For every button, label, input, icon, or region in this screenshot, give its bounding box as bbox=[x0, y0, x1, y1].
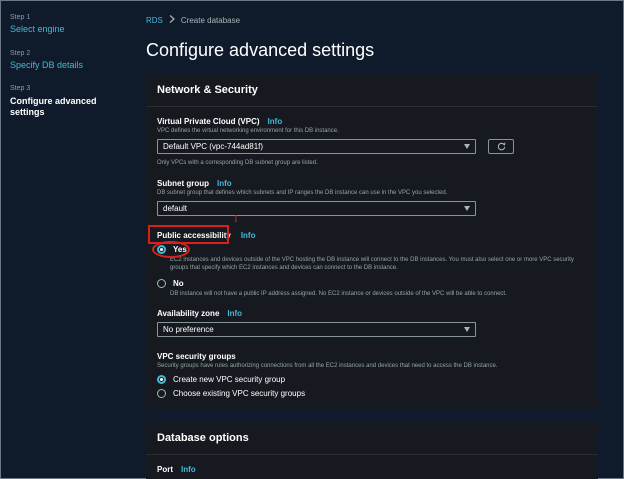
annotation-box-public-access bbox=[148, 225, 229, 244]
step-number: Step 1 bbox=[10, 14, 31, 21]
annotation-number: 1 bbox=[233, 213, 239, 225]
step-link-specify-db-details[interactable]: Specify DB details bbox=[10, 60, 120, 71]
database-options-panel: Database options Port Info bbox=[146, 422, 598, 479]
radio-unchecked-icon[interactable] bbox=[157, 389, 166, 398]
refresh-icon bbox=[497, 138, 506, 156]
sg-description: Security groups have rules authorizing c… bbox=[157, 363, 498, 369]
step-number: Step 3 bbox=[10, 85, 31, 93]
panel-title: Database options bbox=[157, 432, 249, 444]
caret-down-icon bbox=[464, 327, 470, 332]
vpc-label: Virtual Private Cloud (VPC) bbox=[157, 117, 260, 126]
vpc-note: Only VPCs with a corresponding DB subnet… bbox=[157, 160, 318, 166]
sg-field: VPC security groups Security groups have… bbox=[157, 352, 498, 370]
subnet-field: Subnet group Info DB subnet group that d… bbox=[157, 179, 447, 197]
caret-down-icon bbox=[464, 206, 470, 211]
panel-header: Database options bbox=[146, 422, 598, 455]
wizard-steps: Step 1 Select engine Step 2 Specify DB d… bbox=[10, 14, 120, 132]
port-info-link[interactable]: Info bbox=[181, 465, 196, 474]
az-label: Availability zone bbox=[157, 309, 220, 318]
vpc-select[interactable]: Default VPC (vpc-744ad81f) bbox=[157, 139, 476, 154]
vpc-description: VPC defines the virtual networking envir… bbox=[157, 128, 339, 134]
step-current-configure-advanced: Configure advanced settings bbox=[10, 95, 97, 117]
public-access-yes-description: EC2 instances and devices outside of the… bbox=[170, 257, 574, 272]
az-field: Availability zone Info bbox=[157, 309, 242, 318]
panel-title: Network & Security bbox=[157, 84, 258, 96]
sg-existing-option[interactable]: Choose existing VPC security groups bbox=[157, 389, 305, 398]
az-info-link[interactable]: Info bbox=[227, 309, 242, 318]
sg-existing-label: Choose existing VPC security groups bbox=[173, 389, 306, 398]
public-access-info-link[interactable]: Info bbox=[241, 231, 256, 240]
vpc-field: Virtual Private Cloud (VPC) Info VPC def… bbox=[157, 117, 339, 135]
step-1[interactable]: Step 1 Select engine bbox=[10, 14, 120, 36]
port-field: Port Info bbox=[157, 465, 196, 474]
sg-label: VPC security groups bbox=[157, 352, 236, 361]
step-2[interactable]: Step 2 Specify DB details bbox=[10, 50, 120, 72]
breadcrumb: RDS Create database bbox=[146, 15, 240, 25]
subnet-select-value: default bbox=[163, 204, 188, 213]
caret-down-icon bbox=[464, 144, 470, 149]
az-select[interactable]: No preference bbox=[157, 322, 476, 337]
annotation-circle-yes bbox=[152, 241, 190, 258]
step-number: Step 2 bbox=[10, 49, 31, 57]
step-3: Step 3 Configure advanced settings bbox=[10, 85, 120, 118]
step-link-select-engine[interactable]: Select engine bbox=[10, 24, 120, 35]
radio-checked-icon[interactable] bbox=[157, 375, 166, 384]
vpc-select-value: Default VPC (vpc-744ad81f) bbox=[163, 142, 264, 151]
public-access-no-label: No bbox=[173, 279, 184, 288]
port-label: Port bbox=[157, 465, 173, 474]
subnet-info-link[interactable]: Info bbox=[217, 179, 232, 188]
refresh-vpc-button[interactable] bbox=[488, 139, 514, 154]
radio-unchecked-icon[interactable] bbox=[157, 279, 166, 288]
vpc-info-link[interactable]: Info bbox=[268, 117, 283, 126]
subnet-select[interactable]: default bbox=[157, 201, 476, 216]
az-select-value: No preference bbox=[163, 325, 214, 334]
page-title: Configure advanced settings bbox=[146, 40, 375, 60]
breadcrumb-rds-link[interactable]: RDS bbox=[146, 16, 163, 25]
breadcrumb-current: Create database bbox=[180, 15, 241, 25]
subnet-label: Subnet group bbox=[157, 179, 209, 188]
sg-create-label: Create new VPC security group bbox=[173, 375, 286, 384]
public-access-no-description: DB instance will not have a public IP ad… bbox=[170, 291, 507, 297]
panel-header: Network & Security bbox=[146, 74, 598, 107]
sg-create-option[interactable]: Create new VPC security group bbox=[157, 375, 285, 384]
subnet-description: DB subnet group that defines which subne… bbox=[157, 190, 448, 196]
chevron-right-icon bbox=[169, 15, 175, 25]
public-access-no-option[interactable]: No bbox=[157, 279, 184, 288]
